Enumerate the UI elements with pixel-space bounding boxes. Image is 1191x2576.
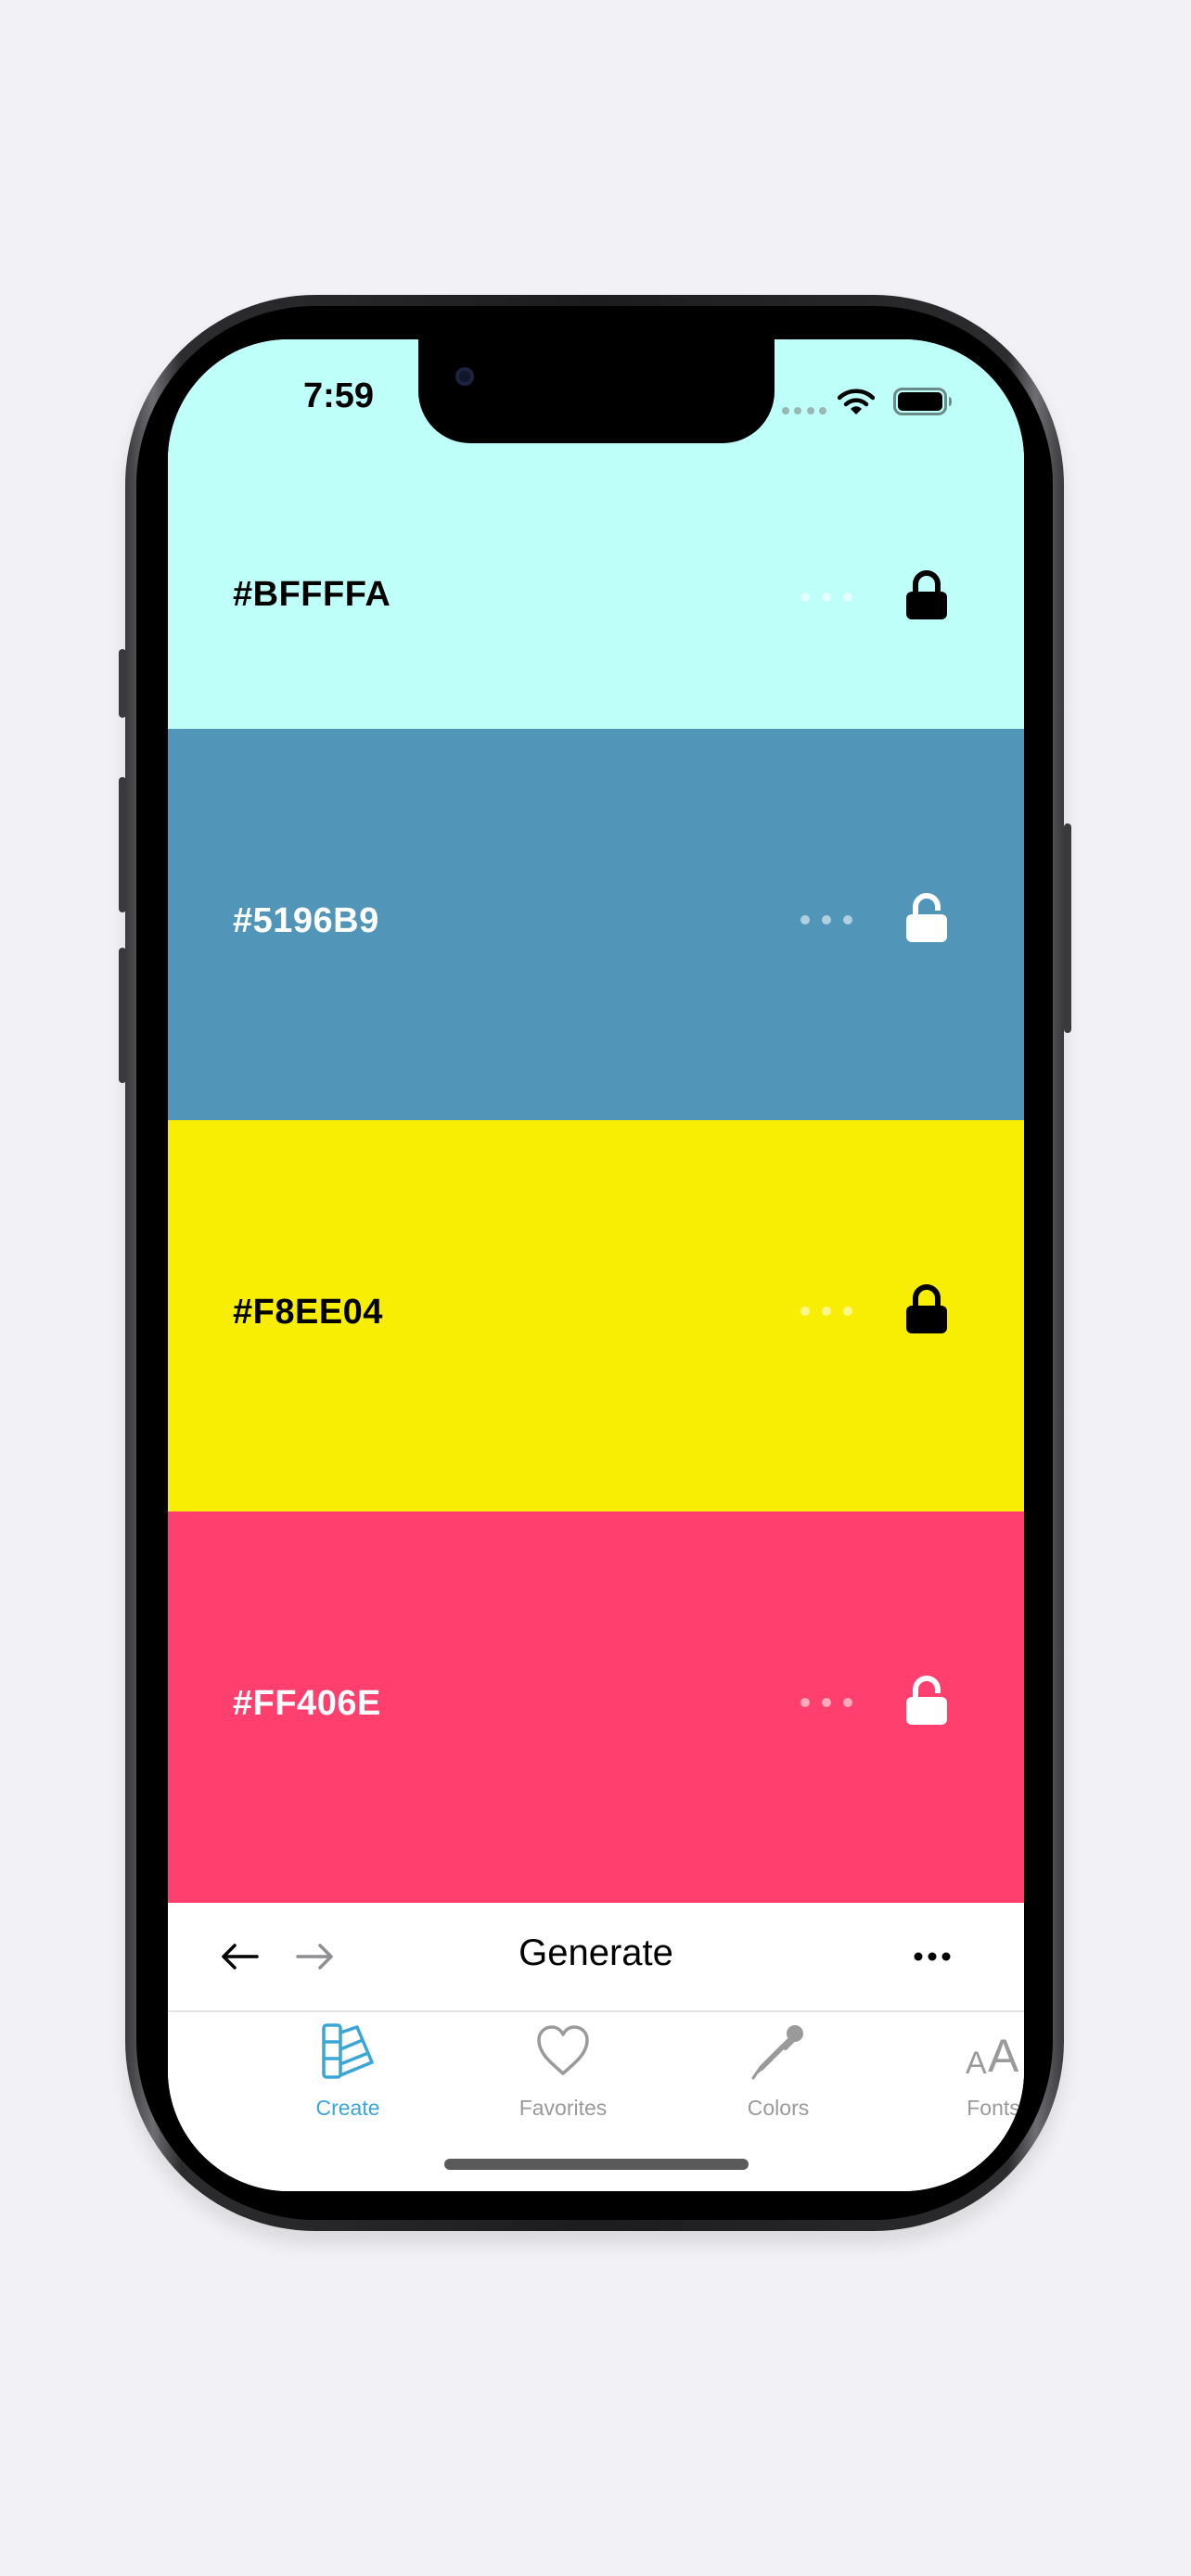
cellular-signal-icon [782, 407, 826, 416]
swatch-options-icon[interactable] [800, 1306, 852, 1317]
svg-text:A: A [966, 2046, 987, 2081]
generate-button[interactable]: Generate [168, 1932, 1024, 1974]
svg-text:A: A [988, 2030, 1019, 2081]
power-button [1064, 823, 1071, 1033]
tab-colors[interactable]: Colors [685, 2021, 871, 2123]
color-fan-icon [322, 2023, 374, 2079]
color-swatch-4[interactable]: #FF406E [168, 1511, 1024, 1903]
volume-down-button [119, 948, 126, 1083]
eyedropper-icon [751, 2025, 803, 2080]
swatch-options-icon[interactable] [800, 1697, 852, 1708]
tab-fonts[interactable]: A A Fonts [901, 2021, 1024, 2123]
lock-open-icon[interactable] [904, 1675, 949, 1727]
swatch-hex-label[interactable]: #F8EE04 [233, 1293, 383, 1333]
font-size-icon: A A [966, 2030, 1019, 2081]
lock-open-icon[interactable] [904, 892, 949, 944]
ellipsis-icon[interactable] [914, 1952, 951, 1961]
color-swatch-3[interactable]: #F8EE04 [168, 1120, 1024, 1511]
tab-create[interactable]: Create [255, 2021, 441, 2123]
swatch-hex-label[interactable]: #5196B9 [233, 901, 379, 941]
wifi-icon [838, 389, 875, 414]
front-camera [455, 367, 474, 386]
lock-closed-icon[interactable] [904, 1283, 949, 1335]
status-time: 7:59 [302, 376, 375, 415]
home-indicator[interactable] [444, 2159, 749, 2170]
color-swatch-2[interactable]: #5196B9 [168, 729, 1024, 1120]
swatch-hex-label[interactable]: #BFFFFA [233, 575, 391, 615]
silent-switch [119, 649, 126, 718]
heart-icon [537, 2025, 589, 2075]
swatch-hex-label[interactable]: #FF406E [233, 1684, 381, 1724]
tab-label: Fonts [967, 2096, 1020, 2120]
tab-label: Favorites [519, 2096, 608, 2120]
lock-closed-icon[interactable] [904, 569, 949, 621]
tab-favorites[interactable]: Favorites [470, 2021, 656, 2123]
swatch-options-icon[interactable] [800, 914, 852, 925]
battery-icon [893, 388, 952, 415]
action-toolbar: Generate [168, 1903, 1024, 2012]
tab-bar: Create Favorites Colors A A Fonts [168, 2012, 1024, 2191]
screen: #BFFFFA #5196B9 #F8EE04 #FF406E 7:59 Gen… [168, 339, 1024, 2191]
tab-label: Create [315, 2096, 380, 2120]
tab-label: Colors [747, 2096, 810, 2120]
volume-up-button [119, 777, 126, 912]
swatch-options-icon[interactable] [800, 592, 852, 603]
